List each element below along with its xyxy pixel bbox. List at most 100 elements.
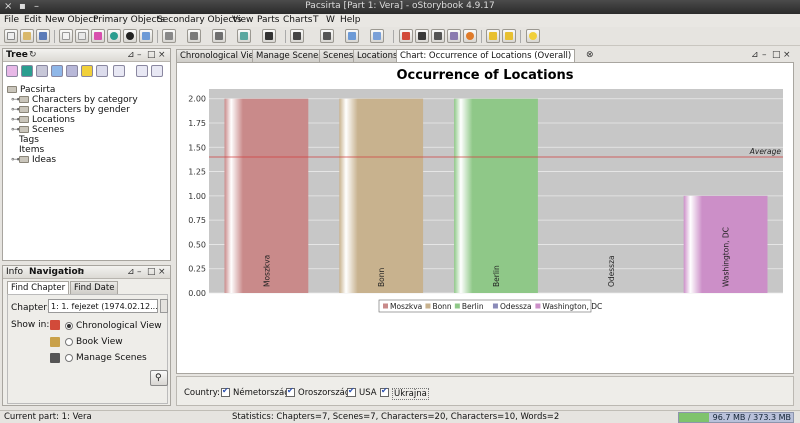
radio-manage-scenes[interactable]: [65, 354, 73, 362]
maximize-panel-icon[interactable]: □: [147, 50, 156, 60]
tree-item-characters-by-gender[interactable]: ⊶ Characters by gender: [11, 105, 130, 115]
tab-find-chapter[interactable]: Find Chapter: [7, 281, 70, 294]
chapter-select[interactable]: 1: 1. fejezet (1974.02.12....: [48, 299, 158, 313]
tab-info[interactable]: Info: [6, 267, 23, 277]
filter-scenes-icon[interactable]: [36, 65, 48, 77]
window-titlebar: × ▪ – Pacsirta [Part 1: Vera] - oStorybo…: [0, 0, 800, 14]
menu-file[interactable]: File: [4, 15, 19, 25]
memo-icon[interactable]: [431, 29, 445, 43]
filter-locations-icon[interactable]: [21, 65, 33, 77]
maximize-panel-icon[interactable]: □: [772, 50, 781, 60]
radio-chronological-view[interactable]: [65, 322, 73, 330]
collapse-all-icon[interactable]: [151, 65, 163, 77]
storyboard-icon[interactable]: [447, 29, 461, 43]
tree-item-characters-by-category[interactable]: ⊶ Characters by category: [11, 95, 138, 105]
tab-manage-scenes[interactable]: Manage Scenes: [252, 49, 327, 62]
open-file-icon[interactable]: [20, 29, 34, 43]
next-part-icon[interactable]: [502, 29, 516, 43]
pin-icon[interactable]: ⊿: [127, 50, 135, 60]
checkbox-label-usa: USA: [359, 388, 377, 398]
book-icon[interactable]: [415, 29, 429, 43]
menu-t[interactable]: T: [313, 15, 319, 25]
new-item-icon[interactable]: [123, 29, 137, 43]
tree-item-ideas[interactable]: ⊶ Ideas: [11, 155, 56, 165]
tree-root[interactable]: Pacsirta: [7, 85, 55, 95]
tab-locations[interactable]: Locations: [353, 49, 402, 62]
reading-icon[interactable]: [399, 29, 413, 43]
links-table-icon[interactable]: [320, 29, 334, 43]
new-file-icon[interactable]: [4, 29, 18, 43]
chrono-view-icon[interactable]: [162, 29, 176, 43]
memory-indicator[interactable]: 96.7 MB / 373.3 MB: [678, 412, 794, 423]
refresh-icon[interactable]: ↻: [29, 50, 37, 60]
filter-tags-icon[interactable]: [51, 65, 63, 77]
y-axis: 0.00 0.25 0.50 0.75 1.00 1.25 1.50 1.75 2.00: [188, 95, 206, 298]
chevron-down-icon[interactable]: [160, 299, 168, 313]
menu-w[interactable]: W: [326, 15, 335, 25]
timeline-icon[interactable]: [463, 29, 477, 43]
new-character-icon[interactable]: [91, 29, 105, 43]
save-icon[interactable]: [36, 29, 50, 43]
menu-charts[interactable]: Charts: [283, 15, 312, 25]
maximize-panel-icon[interactable]: □: [147, 267, 156, 277]
refresh-icon[interactable]: ↻: [77, 267, 85, 277]
legend-label: Berlin: [462, 302, 484, 311]
filter-ideas-icon[interactable]: [81, 65, 93, 77]
manage-view-icon[interactable]: [212, 29, 226, 43]
filter-characters-icon[interactable]: [6, 65, 18, 77]
checkbox-oroszorszag[interactable]: [286, 386, 295, 397]
new-tag-icon[interactable]: [139, 29, 153, 43]
filter-chapters-icon[interactable]: [96, 65, 108, 77]
close-tab-icon[interactable]: ⊗: [586, 50, 594, 60]
menu-parts[interactable]: Parts: [257, 15, 279, 25]
tip-of-day-icon[interactable]: [526, 29, 540, 43]
tab-chart-occurrence-locations[interactable]: Chart: Occurrence of Locations (Overall): [396, 49, 576, 62]
locations-table-icon[interactable]: [262, 29, 276, 43]
country-filter: Country: Németország Oroszország USA Ukr…: [176, 376, 794, 406]
minimize-panel-icon[interactable]: –: [137, 267, 142, 277]
tree-item-items[interactable]: Items: [19, 145, 44, 155]
country-label: Country:: [184, 388, 221, 398]
menu-edit[interactable]: Edit: [24, 15, 41, 25]
minimize-panel-icon[interactable]: –: [137, 50, 142, 60]
show-all-icon[interactable]: [113, 65, 125, 77]
expand-all-icon[interactable]: [136, 65, 148, 77]
find-button[interactable]: ⚲: [150, 370, 168, 386]
ideas-table-icon[interactable]: [370, 29, 384, 43]
tree-item-scenes[interactable]: ⊶ Scenes: [11, 125, 64, 135]
menu-view[interactable]: View: [232, 15, 253, 25]
filter-items-icon[interactable]: [66, 65, 78, 77]
bar-bonn[interactable]: [339, 98, 424, 293]
tab-navigation[interactable]: Navigation: [29, 267, 84, 277]
current-part-status: Current part: 1: Vera: [4, 412, 92, 422]
tree-item-locations[interactable]: ⊶ Locations: [11, 115, 75, 125]
close-panel-icon[interactable]: ×: [158, 50, 166, 60]
menu-help[interactable]: Help: [340, 15, 361, 25]
new-chapter-icon[interactable]: [59, 29, 73, 43]
new-location-icon[interactable]: [107, 29, 121, 43]
menu-new-object[interactable]: New Object: [45, 15, 97, 25]
tree-item-tags[interactable]: Tags: [19, 135, 39, 145]
minimize-panel-icon[interactable]: –: [762, 50, 767, 60]
checkbox-ukrajna[interactable]: [380, 386, 389, 397]
pin-icon[interactable]: ⊿: [127, 267, 135, 277]
checkbox-usa[interactable]: [347, 386, 356, 397]
checkbox-nemetorszag[interactable]: [221, 386, 230, 397]
pin-icon[interactable]: ⊿: [751, 50, 759, 60]
bar-berlin[interactable]: [454, 98, 538, 293]
characters-table-icon[interactable]: [237, 29, 251, 43]
checkbox-label-nemetorszag: Németország: [233, 388, 290, 398]
close-panel-icon[interactable]: ×: [783, 50, 791, 60]
radio-book-view[interactable]: [65, 338, 73, 346]
chapter-label: Chapter:: [11, 303, 50, 313]
tab-find-date[interactable]: Find Date: [70, 281, 119, 294]
previous-part-icon[interactable]: [486, 29, 500, 43]
tab-scenes[interactable]: Scenes: [319, 49, 358, 62]
menu-secondary-objects[interactable]: Secondary Objects: [157, 15, 242, 25]
menu-primary-objects[interactable]: Primary Objects: [93, 15, 165, 25]
items-table-icon[interactable]: [290, 29, 304, 43]
close-panel-icon[interactable]: ×: [158, 267, 166, 277]
new-scene-icon[interactable]: [75, 29, 89, 43]
tags-table-icon[interactable]: [345, 29, 359, 43]
book-view-icon[interactable]: [187, 29, 201, 43]
